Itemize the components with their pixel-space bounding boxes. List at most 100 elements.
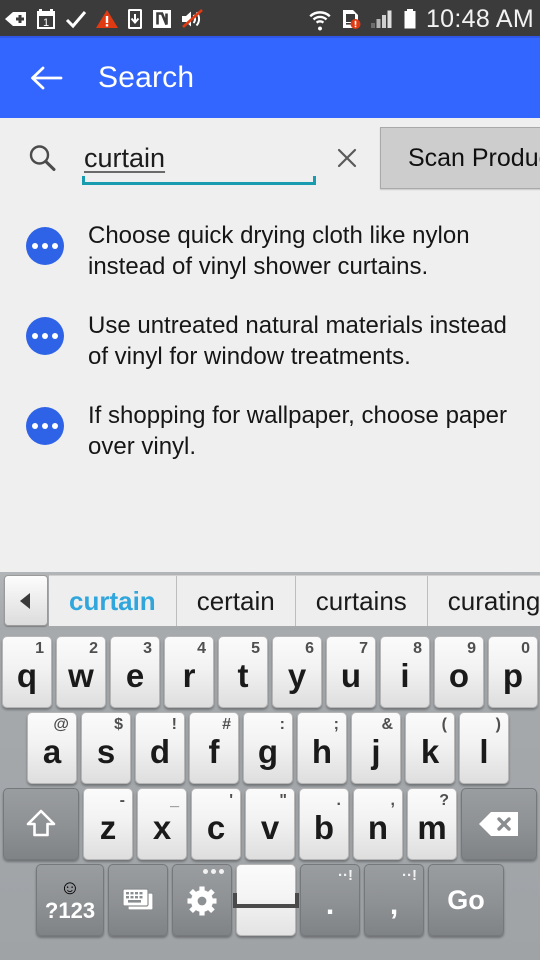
list-item[interactable]: If shopping for wallpaper, choose paper …: [0, 386, 540, 476]
gear-icon[interactable]: [172, 864, 232, 936]
key-alt-label: 7: [359, 641, 368, 657]
key-alt-label: 2: [89, 641, 98, 657]
key-b[interactable]: .b: [299, 788, 349, 860]
search-input-focus-underline: [82, 182, 316, 185]
key-label: .: [326, 890, 334, 920]
key-m[interactable]: ?m: [407, 788, 457, 860]
key-label: z: [100, 811, 117, 844]
go-key[interactable]: Go: [428, 864, 504, 936]
key-q[interactable]: 1q: [2, 636, 52, 708]
key-k[interactable]: (k: [405, 712, 455, 784]
go-label: Go: [447, 885, 485, 916]
key-l[interactable]: )l: [459, 712, 509, 784]
key-label: i: [400, 659, 409, 692]
suggestion-item[interactable]: curtain: [49, 576, 177, 626]
triangle-left-icon[interactable]: [4, 575, 48, 626]
space-bar-icon[interactable]: [236, 864, 296, 936]
key-g[interactable]: :g: [243, 712, 293, 784]
nfc-icon: [151, 7, 173, 31]
key-label: m: [417, 811, 446, 844]
key-alt-label: 8: [413, 641, 422, 657]
key-d[interactable]: !d: [135, 712, 185, 784]
more-dots-icon: [26, 407, 64, 445]
key-label: l: [479, 735, 488, 768]
key-label: s: [97, 735, 115, 768]
status-bar-right-icons: [307, 7, 418, 31]
key-n[interactable]: ,n: [353, 788, 403, 860]
key-o[interactable]: 9o: [434, 636, 484, 708]
key-x[interactable]: _x: [137, 788, 187, 860]
key-c[interactable]: 'c: [191, 788, 241, 860]
key-alt-label: ?: [439, 793, 449, 809]
key-f[interactable]: #f: [189, 712, 239, 784]
key-alt-label: $: [114, 717, 123, 733]
check-icon: [64, 7, 88, 31]
key-label: n: [368, 811, 388, 844]
list-item[interactable]: Choose quick drying cloth like nylon ins…: [0, 206, 540, 296]
back-plug-icon: [4, 7, 28, 31]
key-label: j: [371, 735, 380, 768]
key-alt-label: .: [337, 793, 341, 809]
key-label: ,: [390, 890, 398, 920]
key-label: h: [312, 735, 332, 768]
key-alt-label: 9: [467, 641, 476, 657]
key-label: t: [238, 659, 249, 692]
key-alt-label: 4: [197, 641, 206, 657]
status-bar-left-icons: 1: [4, 7, 206, 31]
device-download-icon: [126, 7, 144, 31]
key-s[interactable]: $s: [81, 712, 131, 784]
symbols-key[interactable]: ☺ ?123: [36, 864, 104, 936]
key-z[interactable]: -z: [83, 788, 133, 860]
key-label: p: [503, 659, 523, 692]
on-screen-keyboard: curtain certain curtains curating 1q 2w …: [0, 572, 540, 960]
list-item-label: Choose quick drying cloth like nylon ins…: [88, 220, 508, 282]
space-glyph: [229, 887, 303, 913]
symbols-label: ?123: [45, 899, 95, 922]
key-comma[interactable]: ··! ,: [364, 864, 424, 936]
key-label: f: [209, 735, 220, 768]
key-alt-label: #: [222, 717, 231, 733]
warning-triangle-icon: [95, 7, 119, 31]
key-y[interactable]: 6y: [272, 636, 322, 708]
key-a[interactable]: @a: [27, 712, 77, 784]
search-bar: curtain Scan Product: [0, 118, 540, 198]
key-label: d: [150, 735, 170, 768]
key-j[interactable]: &j: [351, 712, 401, 784]
shift-arrow-icon[interactable]: [3, 788, 79, 860]
key-i[interactable]: 8i: [380, 636, 430, 708]
key-label: g: [258, 735, 278, 768]
search-input-value: curtain: [82, 143, 165, 174]
gear-glyph: [185, 883, 219, 917]
backspace-icon[interactable]: [461, 788, 537, 860]
key-p[interactable]: 0p: [488, 636, 538, 708]
key-u[interactable]: 7u: [326, 636, 376, 708]
key-v[interactable]: "v: [245, 788, 295, 860]
list-item[interactable]: Use untreated natural materials instead …: [0, 296, 540, 386]
key-w[interactable]: 2w: [56, 636, 106, 708]
scan-product-button[interactable]: Scan Product: [380, 127, 540, 189]
key-label: k: [421, 735, 439, 768]
keyboard-switch-icon[interactable]: [108, 864, 168, 936]
keyboard-row-2: @a $s !d #f :g ;h &j (k )l: [0, 710, 540, 786]
key-label: a: [43, 735, 61, 768]
back-arrow-icon[interactable]: [22, 54, 70, 102]
search-input[interactable]: curtain: [82, 131, 316, 185]
suggestion-item[interactable]: curating: [428, 576, 540, 626]
keyboard-row-1: 1q 2w 3e 4r 5t 6y 7u 8i 9o 0p: [0, 634, 540, 710]
signal-bars-icon: [369, 7, 395, 31]
suggestion-item[interactable]: curtains: [296, 576, 428, 626]
backspace-glyph: [477, 809, 521, 839]
suggestion-item[interactable]: certain: [177, 576, 296, 626]
key-alt-label: !: [172, 717, 177, 733]
key-alt-label: 5: [251, 641, 260, 657]
keyboard-row-3: -z _x 'c "v .b ,n ?m: [0, 786, 540, 862]
close-icon[interactable]: [330, 141, 364, 175]
calendar-icon: 1: [35, 7, 57, 31]
key-t[interactable]: 5t: [218, 636, 268, 708]
key-r[interactable]: 4r: [164, 636, 214, 708]
key-period[interactable]: ··! .: [300, 864, 360, 936]
key-e[interactable]: 3e: [110, 636, 160, 708]
status-bar-clock: 10:48 AM: [426, 5, 534, 34]
key-h[interactable]: ;h: [297, 712, 347, 784]
key-label: y: [288, 659, 306, 692]
